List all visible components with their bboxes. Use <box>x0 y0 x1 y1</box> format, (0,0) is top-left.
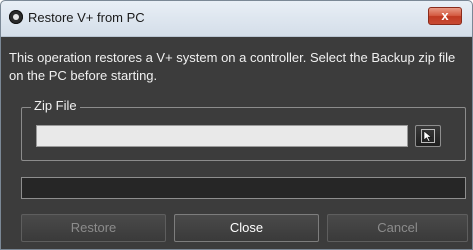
title-bar[interactable]: Restore V+ from PC x <box>1 1 472 37</box>
window-close-button[interactable]: x <box>428 7 462 25</box>
progress-bar <box>21 177 466 199</box>
app-logo-icon <box>9 10 23 24</box>
restore-dialog: Restore V+ from PC x This operation rest… <box>0 0 473 250</box>
description-text: This operation restores a V+ system on a… <box>9 50 456 83</box>
cancel-button[interactable]: Cancel <box>327 214 468 242</box>
close-button[interactable]: Close <box>174 214 319 242</box>
restore-button[interactable]: Restore <box>21 214 166 242</box>
window-title: Restore V+ from PC <box>28 10 145 25</box>
browse-button[interactable] <box>415 125 441 147</box>
zip-file-path-input[interactable] <box>36 125 408 147</box>
browse-cursor-icon <box>421 129 435 143</box>
zip-file-group-label: Zip File <box>31 98 80 114</box>
